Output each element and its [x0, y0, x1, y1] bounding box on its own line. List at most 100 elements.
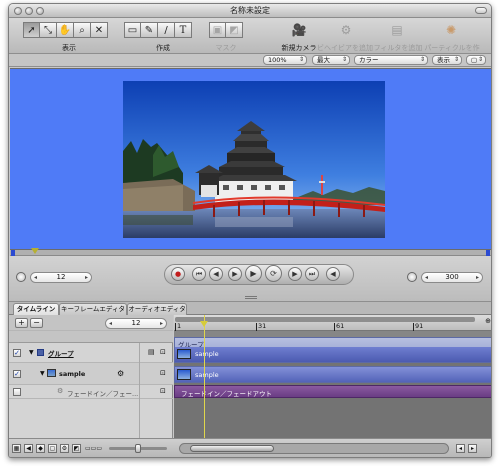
ruler-mark: 91 [415, 322, 424, 330]
view-tools-group: ➚ ⤡ ✋ ⌕ ✕ [23, 22, 108, 40]
ruler-range-bar[interactable] [175, 317, 475, 322]
go-to-end-button[interactable]: ⏭ [305, 267, 319, 281]
chevron-down-icon: ⇕ [453, 56, 459, 63]
go-to-start-button[interactable]: ⏮ [192, 267, 206, 281]
remove-layer-button[interactable]: − [30, 318, 43, 328]
behaviors-button[interactable]: ⚙ [60, 444, 69, 453]
magnifier-icon: ⌕ [79, 24, 85, 36]
sample-clip[interactable]: sample [174, 366, 491, 383]
add-layer-button[interactable]: + [15, 318, 28, 328]
adjust-tool-button[interactable]: ⤡ [40, 22, 57, 38]
zoom-select[interactable]: 100% ⇕ [263, 55, 307, 65]
select-tool-button[interactable]: ➚ [23, 22, 40, 38]
play-icon-small: ▶ [232, 270, 238, 278]
zoom-slider-thumb[interactable] [135, 444, 141, 453]
play-button[interactable]: ▶ [245, 265, 262, 282]
toolbar-toggle-button[interactable] [475, 7, 487, 14]
add-behavior-label[interactable]: ビヘイビアを追加 [315, 43, 375, 53]
playhead-handle[interactable] [200, 321, 208, 327]
track-behavior[interactable]: フェードイン／フェードアウト [174, 385, 491, 399]
tab-audio-editor[interactable]: オーディオエディタ [127, 303, 187, 315]
layout-select[interactable]: ▢ ⇕ [466, 55, 486, 65]
particle-icon[interactable]: ✺ [443, 23, 459, 37]
behavior-clip[interactable]: フェードイン／フェードアウト [174, 385, 491, 398]
rectangle-mask-button[interactable]: ▣ [209, 22, 226, 38]
minus-icon: − [33, 318, 40, 327]
disclosure-triangle-icon[interactable]: ▼ [40, 370, 45, 377]
audio-mute-button[interactable]: ◀ [326, 267, 340, 281]
castle-photo[interactable] [123, 81, 385, 238]
rectangle-tool-button[interactable]: ▭ [124, 22, 141, 38]
bezier-mask-button[interactable]: ◩ [226, 22, 243, 38]
camera-icon[interactable]: 🎥 [291, 23, 307, 37]
step-forward-button[interactable]: ▶ [288, 267, 302, 281]
clock-icon [16, 272, 26, 282]
pan-tool-button[interactable]: ✋ [57, 22, 74, 38]
filter-icon[interactable]: ▤ [389, 23, 405, 37]
layer-row-group[interactable]: ✓ ▼ グループ ▤ ⊡ [9, 343, 173, 363]
keyframes-button[interactable]: ◆ [36, 444, 45, 453]
canvas[interactable] [10, 68, 491, 250]
playhead-marker[interactable] [31, 248, 39, 254]
window-layout-icon: ▢ [471, 56, 478, 64]
current-frame-field[interactable]: ◂ 12 ▸ [30, 272, 92, 283]
panel-resize-handle[interactable] [245, 296, 257, 299]
step-back-button[interactable]: ◀ [209, 267, 223, 281]
tick-31 [256, 323, 257, 331]
view-select[interactable]: 表示 ⇕ [432, 55, 462, 65]
track-group[interactable]: グループ sample [174, 337, 491, 363]
layers-header: + − ◂ 12 ▸ [9, 315, 173, 331]
record-button[interactable]: ● [171, 267, 185, 281]
quality-select[interactable]: 最大 ⇕ [312, 55, 350, 65]
tab-timeline[interactable]: タイムライン [13, 303, 59, 315]
track-height-icon[interactable]: ▭▭▭ [85, 444, 107, 453]
new-camera-label[interactable]: 新規カメラ [280, 43, 318, 53]
behavior-enable-checkbox[interactable] [13, 388, 21, 396]
layer-row-behavior[interactable]: ⚙ フェードイン／フェー... ⊡ [9, 385, 173, 399]
timeline-frame-field[interactable]: ◂ 12 ▸ [105, 318, 167, 329]
horizontal-scrollbar[interactable] [179, 443, 449, 454]
disclosure-triangle-icon[interactable]: ▼ [29, 349, 34, 356]
tick-91 [413, 323, 414, 331]
text-tool-button[interactable]: T [175, 22, 192, 38]
timeline-tracks[interactable]: ⊕ 1 31 61 91 グループ sample sample フェードイン／フ… [174, 315, 491, 438]
layer-enable-checkbox[interactable]: ✓ [13, 370, 21, 378]
scroll-right-button[interactable]: ▸ [468, 444, 477, 453]
tick-1 [175, 323, 176, 331]
play-icon: ▶ [250, 269, 257, 278]
paint-stroke-tool-button[interactable]: / [158, 22, 175, 38]
clip-label: sample [195, 350, 219, 358]
timeline-playhead[interactable] [204, 315, 205, 438]
end-frame-field[interactable]: ◂ 300 ▸ [421, 272, 483, 283]
scroll-left-button[interactable]: ◂ [456, 444, 465, 453]
bezier-tool-button[interactable]: ✎ [141, 22, 158, 38]
group-clip[interactable]: グループ sample [174, 337, 491, 363]
tab-keyframe-editor[interactable]: キーフレームエディタ [59, 303, 127, 315]
cross-arrows-icon: ✕ [94, 24, 104, 36]
clip-label: フェードイン／フェードアウト [181, 390, 272, 398]
timeline-ruler[interactable]: ⊕ 1 31 61 91 [174, 315, 491, 331]
scrollbar-thumb[interactable] [190, 445, 274, 452]
rectangle-icon: ▭ [127, 24, 138, 36]
zoom-icon[interactable]: ⊕ [485, 317, 491, 325]
lock-icon[interactable]: ⊡ [160, 348, 166, 356]
layer-enable-checkbox[interactable]: ✓ [13, 349, 21, 357]
3d-view-tool-button[interactable]: ✕ [91, 22, 108, 38]
filters-button[interactable]: ◩ [72, 444, 81, 453]
zoom-tool-button[interactable]: ⌕ [74, 22, 91, 38]
channels-select[interactable]: カラー ⇕ [354, 55, 428, 65]
loop-button[interactable]: ⟳ [265, 265, 282, 282]
end-frame-value: 300 [445, 273, 459, 281]
show-layers-button[interactable]: ▦ [12, 444, 21, 453]
add-filter-label[interactable]: フィルタを追加 [370, 43, 426, 53]
play-from-start-button[interactable]: ▶ [228, 267, 242, 281]
layer-row-sample[interactable]: ✓ ▼ sample ⚙ ⊡ [9, 363, 173, 385]
zoom-slider[interactable] [109, 444, 167, 453]
gear-icon[interactable]: ⚙ [338, 23, 354, 37]
audio-button[interactable]: ◀ [24, 444, 33, 453]
track-sample[interactable]: sample [174, 364, 491, 384]
lock-icon[interactable]: ⊡ [160, 387, 166, 395]
behavior-gear-icon[interactable]: ⚙ [117, 369, 124, 378]
lock-icon[interactable]: ⊡ [160, 369, 166, 377]
masks-button[interactable]: ▢ [48, 444, 57, 453]
